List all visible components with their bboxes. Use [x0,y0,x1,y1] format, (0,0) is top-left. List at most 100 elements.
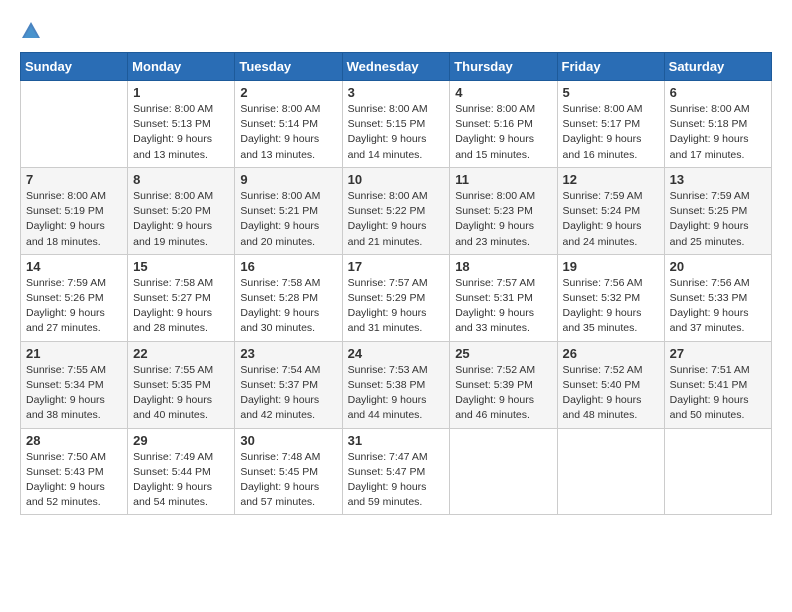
day-number: 2 [240,85,336,100]
day-info: Sunrise: 7:57 AMSunset: 5:29 PMDaylight:… [348,276,445,337]
day-header-sunday: Sunday [21,53,128,81]
day-number: 20 [670,259,766,274]
day-info: Sunrise: 7:53 AMSunset: 5:38 PMDaylight:… [348,363,445,424]
day-cell: 25 Sunrise: 7:52 AMSunset: 5:39 PMDayligh… [450,341,557,428]
day-info: Sunrise: 8:00 AMSunset: 5:20 PMDaylight:… [133,189,229,250]
day-number: 30 [240,433,336,448]
day-info: Sunrise: 8:00 AMSunset: 5:13 PMDaylight:… [133,102,229,163]
day-number: 7 [26,172,122,187]
day-info: Sunrise: 7:56 AMSunset: 5:32 PMDaylight:… [563,276,659,337]
day-info: Sunrise: 8:00 AMSunset: 5:23 PMDaylight:… [455,189,551,250]
day-cell: 20 Sunrise: 7:56 AMSunset: 5:33 PMDayligh… [664,254,771,341]
day-info: Sunrise: 7:59 AMSunset: 5:25 PMDaylight:… [670,189,766,250]
day-cell [557,428,664,515]
week-row-3: 14Sunrise: 7:59 AMSunset: 5:26 PMDayligh… [21,254,772,341]
day-cell: 3 Sunrise: 8:00 AMSunset: 5:15 PMDaylight… [342,81,450,168]
day-info: Sunrise: 7:54 AMSunset: 5:37 PMDaylight:… [240,363,336,424]
day-cell: 6 Sunrise: 8:00 AMSunset: 5:18 PMDaylight… [664,81,771,168]
day-info: Sunrise: 7:57 AMSunset: 5:31 PMDaylight:… [455,276,551,337]
day-header-monday: Monday [128,53,235,81]
day-number: 11 [455,172,551,187]
day-cell: 5 Sunrise: 8:00 AMSunset: 5:17 PMDaylight… [557,81,664,168]
day-number: 3 [348,85,445,100]
day-cell: 26Sunrise: 7:52 AMSunset: 5:40 PMDayligh… [557,341,664,428]
day-number: 22 [133,346,229,361]
day-number: 23 [240,346,336,361]
day-info: Sunrise: 7:48 AMSunset: 5:45 PMDaylight:… [240,450,336,511]
day-cell: 24 Sunrise: 7:53 AMSunset: 5:38 PMDayligh… [342,341,450,428]
day-cell: 11 Sunrise: 8:00 AMSunset: 5:23 PMDayligh… [450,167,557,254]
day-info: Sunrise: 8:00 AMSunset: 5:18 PMDaylight:… [670,102,766,163]
day-number: 15 [133,259,229,274]
day-cell: 8Sunrise: 8:00 AMSunset: 5:20 PMDaylight… [128,167,235,254]
day-number: 31 [348,433,445,448]
day-info: Sunrise: 7:49 AMSunset: 5:44 PMDaylight:… [133,450,229,511]
header-row: SundayMondayTuesdayWednesdayThursdayFrid… [21,53,772,81]
day-info: Sunrise: 7:50 AMSunset: 5:43 PMDaylight:… [26,450,122,511]
day-number: 28 [26,433,122,448]
calendar-table: SundayMondayTuesdayWednesdayThursdayFrid… [20,52,772,515]
day-number: 17 [348,259,445,274]
day-info: Sunrise: 8:00 AMSunset: 5:16 PMDaylight:… [455,102,551,163]
day-cell: 27 Sunrise: 7:51 AMSunset: 5:41 PMDayligh… [664,341,771,428]
day-info: Sunrise: 7:47 AMSunset: 5:47 PMDaylight:… [348,450,445,511]
week-row-5: 28 Sunrise: 7:50 AMSunset: 5:43 PMDayligh… [21,428,772,515]
day-info: Sunrise: 8:00 AMSunset: 5:15 PMDaylight:… [348,102,445,163]
day-info: Sunrise: 7:59 AMSunset: 5:26 PMDaylight:… [26,276,122,337]
day-header-saturday: Saturday [664,53,771,81]
day-info: Sunrise: 7:52 AMSunset: 5:40 PMDaylight:… [563,363,659,424]
day-number: 27 [670,346,766,361]
week-row-2: 7Sunrise: 8:00 AMSunset: 5:19 PMDaylight… [21,167,772,254]
day-info: Sunrise: 7:51 AMSunset: 5:41 PMDaylight:… [670,363,766,424]
day-info: Sunrise: 8:00 AMSunset: 5:22 PMDaylight:… [348,189,445,250]
day-number: 29 [133,433,229,448]
day-cell: 18 Sunrise: 7:57 AMSunset: 5:31 PMDayligh… [450,254,557,341]
day-number: 9 [240,172,336,187]
day-cell: 1 Sunrise: 8:00 AMSunset: 5:13 PMDaylight… [128,81,235,168]
day-cell [450,428,557,515]
day-number: 16 [240,259,336,274]
day-number: 25 [455,346,551,361]
day-cell: 31 Sunrise: 7:47 AMSunset: 5:47 PMDayligh… [342,428,450,515]
day-cell: 14Sunrise: 7:59 AMSunset: 5:26 PMDayligh… [21,254,128,341]
day-cell: 7Sunrise: 8:00 AMSunset: 5:19 PMDaylight… [21,167,128,254]
logo [20,20,46,42]
day-header-thursday: Thursday [450,53,557,81]
day-cell: 21Sunrise: 7:55 AMSunset: 5:34 PMDayligh… [21,341,128,428]
day-cell: 17 Sunrise: 7:57 AMSunset: 5:29 PMDayligh… [342,254,450,341]
day-header-tuesday: Tuesday [235,53,342,81]
day-number: 4 [455,85,551,100]
day-number: 13 [670,172,766,187]
day-cell [21,81,128,168]
day-number: 1 [133,85,229,100]
day-cell: 15 Sunrise: 7:58 AMSunset: 5:27 PMDayligh… [128,254,235,341]
day-info: Sunrise: 8:00 AMSunset: 5:17 PMDaylight:… [563,102,659,163]
day-cell: 22 Sunrise: 7:55 AMSunset: 5:35 PMDayligh… [128,341,235,428]
day-info: Sunrise: 7:58 AMSunset: 5:27 PMDaylight:… [133,276,229,337]
day-header-wednesday: Wednesday [342,53,450,81]
day-number: 18 [455,259,551,274]
day-info: Sunrise: 7:55 AMSunset: 5:34 PMDaylight:… [26,363,122,424]
day-cell: 19 Sunrise: 7:56 AMSunset: 5:32 PMDayligh… [557,254,664,341]
logo-icon [20,20,42,42]
day-info: Sunrise: 7:56 AMSunset: 5:33 PMDaylight:… [670,276,766,337]
day-cell: 13 Sunrise: 7:59 AMSunset: 5:25 PMDayligh… [664,167,771,254]
day-cell: 16 Sunrise: 7:58 AMSunset: 5:28 PMDayligh… [235,254,342,341]
day-number: 24 [348,346,445,361]
day-number: 19 [563,259,659,274]
day-cell: 10 Sunrise: 8:00 AMSunset: 5:22 PMDayligh… [342,167,450,254]
day-info: Sunrise: 7:59 AMSunset: 5:24 PMDaylight:… [563,189,659,250]
week-row-4: 21Sunrise: 7:55 AMSunset: 5:34 PMDayligh… [21,341,772,428]
day-number: 12 [563,172,659,187]
day-number: 10 [348,172,445,187]
day-cell: 9 Sunrise: 8:00 AMSunset: 5:21 PMDaylight… [235,167,342,254]
day-info: Sunrise: 7:52 AMSunset: 5:39 PMDaylight:… [455,363,551,424]
day-info: Sunrise: 8:00 AMSunset: 5:14 PMDaylight:… [240,102,336,163]
week-row-1: 1 Sunrise: 8:00 AMSunset: 5:13 PMDaylight… [21,81,772,168]
day-info: Sunrise: 8:00 AMSunset: 5:21 PMDaylight:… [240,189,336,250]
day-info: Sunrise: 7:55 AMSunset: 5:35 PMDaylight:… [133,363,229,424]
day-number: 6 [670,85,766,100]
day-cell: 2 Sunrise: 8:00 AMSunset: 5:14 PMDaylight… [235,81,342,168]
day-number: 5 [563,85,659,100]
day-info: Sunrise: 7:58 AMSunset: 5:28 PMDaylight:… [240,276,336,337]
